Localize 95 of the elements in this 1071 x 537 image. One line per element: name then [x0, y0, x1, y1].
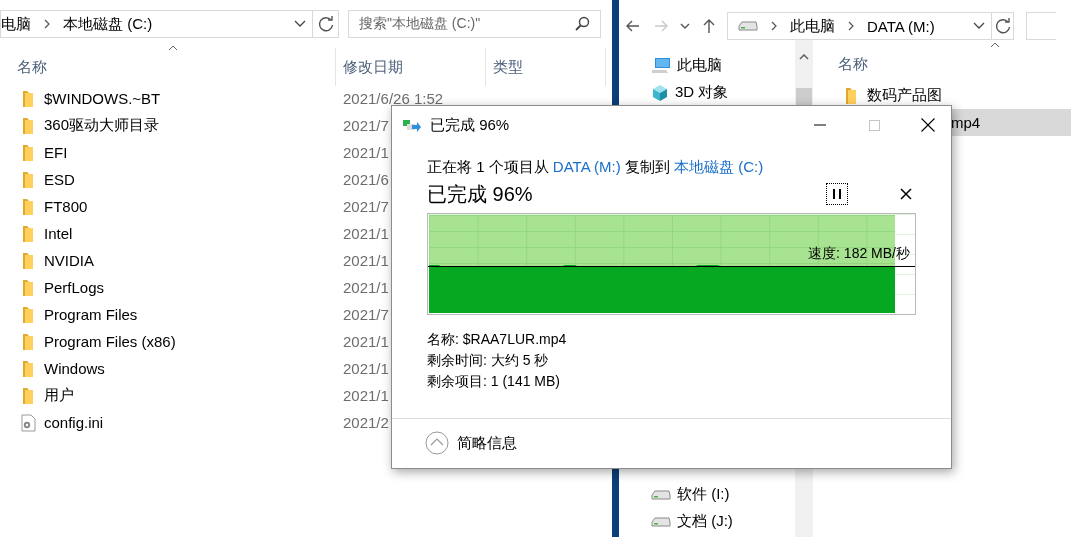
dropdown-icon[interactable] — [973, 22, 985, 30]
chevron-up-circle-icon — [425, 431, 449, 456]
file-name[interactable]: 360驱动大师目录 — [44, 116, 160, 135]
modified-date: 2021/1 — [343, 333, 389, 350]
file-name[interactable]: Windows — [44, 360, 105, 377]
fewer-details-button[interactable]: 简略信息 — [425, 431, 517, 456]
folder-icon — [20, 305, 36, 324]
file-name[interactable]: config.ini — [44, 414, 104, 431]
address-bar[interactable]: 此电脑 DATA (M:) — [727, 12, 992, 40]
modified-date: 2021/6/26 1:52 — [343, 90, 444, 107]
modified-date: 2021/1 — [343, 252, 389, 269]
column-header[interactable]: 类型 — [486, 48, 606, 86]
folder-icon — [20, 143, 36, 162]
chevron-right-icon — [770, 20, 778, 32]
pause-button[interactable] — [826, 183, 848, 205]
file-name[interactable]: $WINDOWS.~BT — [44, 90, 161, 107]
breadcrumb-item[interactable]: 电脑 — [1, 14, 31, 34]
detail-line: 剩余时间: 大约 5 秒 — [427, 351, 550, 370]
sort-caret-icon — [168, 45, 178, 51]
refresh-button[interactable] — [992, 12, 1014, 40]
breadcrumb-item[interactable]: 本地磁盘 (C:) — [63, 14, 153, 34]
detail-line: 名称: $RAA7LUR.mp4 — [427, 330, 568, 349]
location-link[interactable]: 本地磁盘 (C:) — [674, 158, 764, 175]
drive-icon — [651, 488, 671, 501]
file-name[interactable]: FT800 — [44, 198, 88, 215]
folder-icon — [20, 386, 36, 405]
file-name[interactable]: mp4 — [951, 114, 981, 131]
scroll-up-icon[interactable] — [799, 54, 809, 60]
modified-date: 2021/1 — [343, 144, 389, 161]
chevron-right-icon — [43, 18, 51, 30]
modified-date: 2021/6 — [343, 171, 389, 188]
search-field[interactable] — [1026, 12, 1056, 40]
cube-icon — [651, 83, 669, 102]
modified-date: 2021/1 — [343, 360, 389, 377]
folder-icon — [20, 89, 36, 108]
close-icon — [900, 188, 912, 200]
cancel-button[interactable] — [898, 186, 914, 202]
folder-icon — [20, 251, 36, 270]
folder-icon — [20, 170, 36, 189]
refresh-icon[interactable] — [316, 15, 335, 33]
maximize-icon — [868, 119, 880, 131]
folder-icon — [20, 332, 36, 351]
file-name[interactable]: Intel — [44, 225, 73, 242]
breadcrumb-item[interactable]: 此电脑 — [790, 16, 835, 36]
pause-icon — [832, 188, 842, 200]
file-name[interactable]: ESD — [44, 171, 75, 188]
modified-date: 2021/7 — [343, 306, 389, 323]
column-header[interactable]: 名称 — [838, 54, 868, 74]
folder-icon — [20, 224, 36, 243]
close-icon — [921, 118, 935, 132]
nav-item[interactable]: 软件 (I:) — [677, 485, 730, 504]
drive-icon — [651, 515, 671, 528]
refresh-icon[interactable] — [993, 17, 1012, 35]
file-name[interactable]: EFI — [44, 144, 68, 161]
location-link[interactable]: DATA (M:) — [552, 158, 621, 175]
folder-icon — [843, 86, 859, 105]
sort-caret-icon — [990, 42, 1000, 48]
modified-date: 2021/2 — [343, 414, 389, 431]
folder-icon — [20, 359, 36, 378]
modified-date: 2021/1 — [343, 225, 389, 242]
nav-item[interactable]: 文档 (J:) — [677, 512, 733, 531]
file-name[interactable]: NVIDIA — [44, 252, 94, 269]
folder-icon — [20, 278, 36, 297]
dropdown-icon[interactable] — [294, 20, 306, 28]
nav-item[interactable]: 此电脑 — [677, 56, 722, 75]
file-name[interactable]: PerfLogs — [44, 279, 105, 296]
modified-date: 2021/7 — [343, 198, 389, 215]
modified-date: 2021/1 — [343, 387, 389, 404]
dialog-title: 已完成 96% — [430, 115, 511, 135]
file-name[interactable]: 数码产品图 — [867, 86, 942, 105]
computer-icon — [651, 56, 671, 75]
copy-status-text: 正在将 1 个项目从 DATA (M:) 复制到 本地磁盘 (C:) — [427, 158, 765, 177]
chevron-right-icon — [847, 20, 855, 32]
detail-line: 剩余项目: 1 (141 MB) — [427, 372, 562, 391]
file-name[interactable]: 用户 — [44, 386, 74, 405]
copy-icon — [402, 117, 422, 133]
speed-label: 速度: 182 MB/秒 — [808, 245, 910, 263]
column-header[interactable]: 名称 — [0, 48, 336, 86]
search-icon[interactable] — [574, 16, 590, 32]
settings-file-icon — [20, 413, 36, 432]
address-bar[interactable]: 电脑 本地磁盘 (C:) — [0, 10, 313, 38]
modified-date: 2021/1 — [343, 279, 389, 296]
refresh-button[interactable] — [313, 10, 339, 38]
file-name[interactable]: Program Files (x86) — [44, 333, 176, 350]
modified-date: 2021/7 — [343, 117, 389, 134]
column-header[interactable]: 修改日期 — [336, 48, 486, 86]
progress-heading: 已完成 96% — [427, 181, 534, 207]
file-name[interactable]: Program Files — [44, 306, 138, 323]
folder-icon — [20, 116, 36, 135]
search-field[interactable]: 搜索"本地磁盘 (C:)" — [348, 10, 601, 38]
breadcrumb-item[interactable]: DATA (M:) — [867, 17, 935, 35]
folder-icon — [20, 197, 36, 216]
minimize-icon — [814, 124, 826, 126]
nav-item[interactable]: 3D 对象 — [675, 83, 729, 102]
drive-icon — [738, 20, 758, 32]
